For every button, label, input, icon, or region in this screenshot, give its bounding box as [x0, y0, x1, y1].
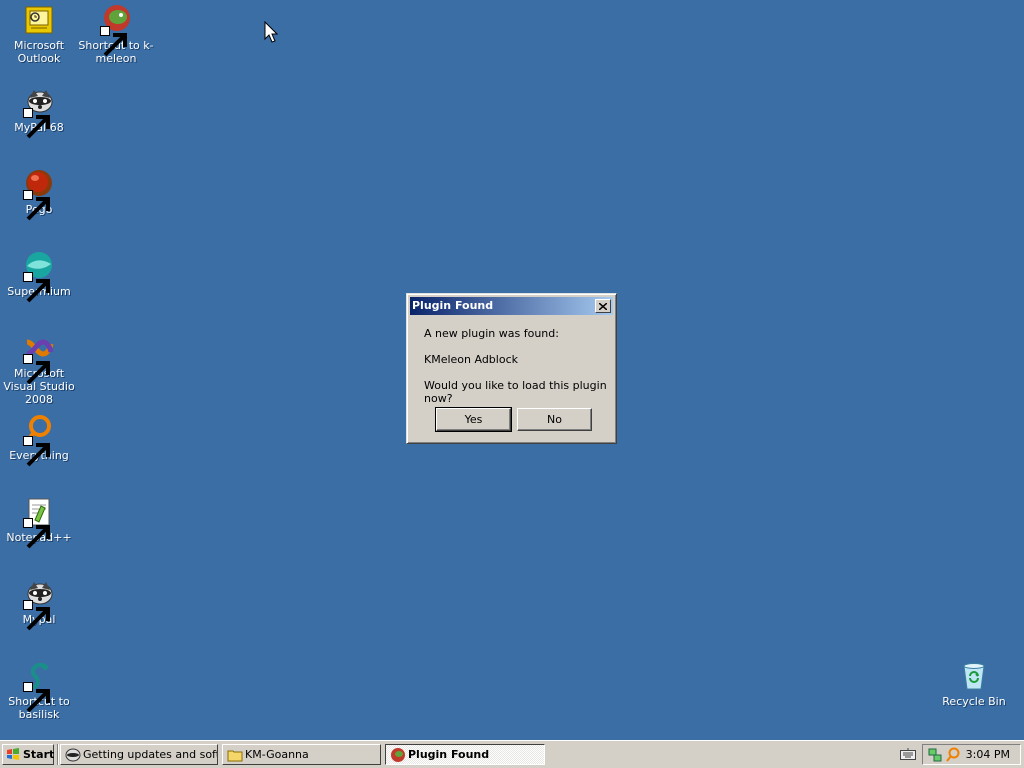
shortcut-arrow-icon	[23, 272, 50, 303]
shortcut-arrow-icon	[23, 108, 50, 139]
desktop-icon-supermium[interactable]: Supermium	[0, 250, 78, 303]
shortcut-arrow-icon	[23, 518, 50, 549]
task-label: Getting updates and soft...	[83, 748, 218, 761]
folder-icon	[227, 750, 243, 762]
desktop-icon-recycle-bin[interactable]: Recycle Bin	[935, 660, 1013, 708]
yes-button[interactable]: Yes	[435, 407, 512, 432]
shortcut-arrow-icon	[23, 190, 50, 221]
desktop-icon-basilisk[interactable]: Shortcut to basilisk	[0, 660, 78, 721]
desktop-icon-visual-studio[interactable]: Microsoft Visual Studio 2008	[0, 332, 78, 406]
clock[interactable]: 3:04 PM	[966, 745, 1010, 764]
system-tray: 3:04 PM	[922, 744, 1021, 765]
mypal-icon	[23, 578, 55, 631]
task-button-plugin-found[interactable]: Plugin Found	[385, 744, 545, 765]
pego-icon	[23, 168, 55, 221]
keyboard-icon[interactable]	[900, 748, 916, 760]
notepadpp-icon	[23, 496, 55, 549]
dialog-title: Plugin Found	[412, 299, 494, 312]
desktop-icon-mypal68[interactable]: MyPal 68	[0, 86, 78, 139]
desktop-icon-outlook[interactable]: Microsoft Outlook	[0, 4, 78, 65]
dialog-message: A new plugin was found:	[424, 327, 559, 340]
network-icon[interactable]	[927, 747, 943, 763]
desktop-icon-notepadpp[interactable]: Notepad++	[0, 496, 78, 549]
task-button-getting-updates[interactable]: Getting updates and soft...	[60, 744, 218, 765]
dialog-question: Would you like to load this plugin now?	[424, 379, 607, 405]
search-icon[interactable]	[945, 747, 961, 763]
plugin-name: KMeleon Adblock	[424, 353, 518, 366]
close-icon	[599, 302, 607, 310]
kmeleon-icon	[391, 748, 405, 762]
plugin-found-dialog: Plugin Found A new plugin was found: KMe…	[406, 293, 617, 444]
desktop-icon-label: Recycle Bin	[942, 695, 1006, 708]
desktop-icon-pego[interactable]: Pego	[0, 168, 78, 221]
no-button[interactable]: No	[517, 408, 592, 431]
task-label: KM-Goanna	[245, 748, 309, 761]
desktop-icon-kmeleon[interactable]: Shortcut to k-meleon	[77, 4, 155, 65]
outlook-icon	[23, 4, 55, 36]
supermium-icon	[23, 250, 55, 303]
mypal-icon	[23, 86, 55, 139]
basilisk-icon	[23, 660, 55, 713]
windows-flag-icon	[7, 748, 19, 760]
shortcut-arrow-icon	[100, 26, 127, 57]
shortcut-arrow-icon	[23, 682, 50, 713]
visual-studio-icon	[23, 332, 55, 385]
shortcut-arrow-icon	[23, 600, 50, 631]
everything-icon	[23, 414, 55, 467]
start-button[interactable]: Start	[2, 744, 54, 765]
desktop-icon-everything[interactable]: Everything	[0, 414, 78, 467]
desktop-icon-mypal[interactable]: Mypal	[0, 578, 78, 631]
desktop-icon-label: Microsoft Outlook	[13, 39, 65, 65]
taskbar-separator	[57, 744, 59, 765]
shortcut-arrow-icon	[23, 436, 50, 467]
task-button-km-goanna[interactable]: KM-Goanna	[222, 744, 381, 765]
start-label: Start	[23, 748, 55, 761]
mypal-icon	[65, 748, 81, 762]
mouse-cursor-icon	[264, 21, 278, 43]
close-button[interactable]	[595, 299, 611, 313]
task-label: Plugin Found	[408, 748, 490, 761]
shortcut-arrow-icon	[23, 354, 50, 385]
dialog-titlebar[interactable]: Plugin Found	[410, 297, 613, 315]
taskbar: Start Getting updates and soft... KM-Goa…	[0, 740, 1024, 768]
recycle-bin-icon	[958, 660, 990, 692]
kmeleon-icon	[100, 4, 132, 57]
